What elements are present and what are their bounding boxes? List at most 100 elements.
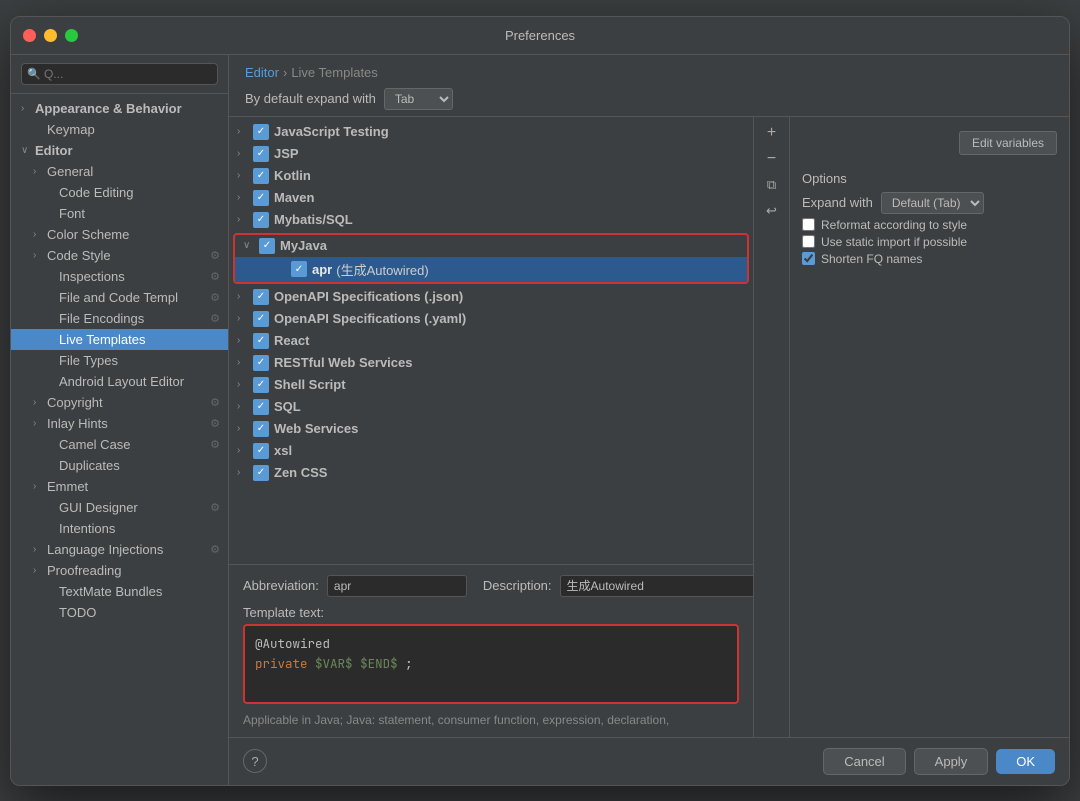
sidebar-item-duplicates[interactable]: Duplicates	[11, 455, 228, 476]
arrow-icon: ›	[237, 291, 253, 302]
abbreviation-input[interactable]	[327, 575, 467, 597]
tpl-group-maven[interactable]: › ✓ Maven	[229, 187, 753, 209]
checkbox-icon: ✓	[253, 168, 269, 184]
tpl-label: JavaScript Testing	[274, 124, 389, 139]
tpl-group-mybatis[interactable]: › ✓ Mybatis/SQL	[229, 209, 753, 231]
remove-button[interactable]: −	[760, 147, 784, 171]
copy-button[interactable]: ⧉	[760, 173, 784, 197]
expand-with-select[interactable]: Default (Tab) Tab Enter Space	[881, 192, 984, 214]
tpl-group-openapi-json[interactable]: › ✓ OpenAPI Specifications (.json)	[229, 286, 753, 308]
sidebar-item-general[interactable]: › General	[11, 161, 228, 182]
ok-button[interactable]: OK	[996, 749, 1055, 774]
sidebar-item-code-style[interactable]: › Code Style ⚙	[11, 245, 228, 266]
close-button[interactable]	[23, 29, 36, 42]
tpl-label: OpenAPI Specifications (.json)	[274, 289, 463, 304]
undo-button[interactable]: ↩	[760, 199, 784, 223]
arrow-icon: ›	[237, 467, 253, 478]
sidebar-item-inspections[interactable]: Inspections ⚙	[11, 266, 228, 287]
tpl-group-restful[interactable]: › ✓ RESTful Web Services	[229, 352, 753, 374]
tpl-group-kotlin[interactable]: › ✓ Kotlin	[229, 165, 753, 187]
applicable-text: Applicable in Java; Java: statement, con…	[243, 713, 669, 727]
cancel-button[interactable]: Cancel	[823, 748, 905, 775]
tpl-group-web-services[interactable]: › ✓ Web Services	[229, 418, 753, 440]
sidebar-item-label: Copyright	[47, 395, 103, 410]
sidebar-item-file-code-templ[interactable]: File and Code Templ ⚙	[11, 287, 228, 308]
arrow-icon: ›	[33, 250, 47, 261]
apply-button[interactable]: Apply	[914, 748, 989, 775]
tpl-group-openapi-yaml[interactable]: › ✓ OpenAPI Specifications (.yaml)	[229, 308, 753, 330]
tpl-group-js-testing[interactable]: › ✓ JavaScript Testing	[229, 121, 753, 143]
static-import-checkbox[interactable]	[802, 235, 815, 248]
reformat-checkbox[interactable]	[802, 218, 815, 231]
tpl-label: MyJava	[280, 238, 327, 253]
template-text-label-row: Template text:	[243, 605, 739, 620]
sidebar-item-appearance[interactable]: › Appearance & Behavior	[11, 98, 228, 119]
sidebar-item-label: File Types	[59, 353, 118, 368]
sidebar-item-language-injections[interactable]: › Language Injections ⚙	[11, 539, 228, 560]
tpl-label: Mybatis/SQL	[274, 212, 353, 227]
search-icon: 🔍	[27, 67, 41, 80]
arrow-icon: ›	[33, 565, 47, 576]
minimize-button[interactable]	[44, 29, 57, 42]
sidebar-item-font[interactable]: Font	[11, 203, 228, 224]
breadcrumb-sep: ›	[283, 65, 287, 80]
sidebar-item-file-encodings[interactable]: File Encodings ⚙	[11, 308, 228, 329]
tpl-group-react[interactable]: › ✓ React	[229, 330, 753, 352]
static-import-row: Use static import if possible	[802, 235, 1057, 249]
template-semi: ;	[405, 655, 413, 672]
sidebar-item-textmate[interactable]: TextMate Bundles	[11, 581, 228, 602]
sidebar-item-live-templates[interactable]: Live Templates	[11, 329, 228, 350]
sidebar-item-android-layout[interactable]: Android Layout Editor	[11, 371, 228, 392]
sidebar-item-intentions[interactable]: Intentions	[11, 518, 228, 539]
shorten-fq-checkbox[interactable]	[802, 252, 815, 265]
sidebar-item-emmet[interactable]: › Emmet	[11, 476, 228, 497]
tpl-label: Maven	[274, 190, 314, 205]
sidebar-item-label: Color Scheme	[47, 227, 129, 242]
reformat-row: Reformat according to style	[802, 218, 1057, 232]
arrow-icon: ›	[33, 544, 47, 555]
breadcrumb: Editor › Live Templates	[245, 65, 1053, 80]
tpl-group-zen-css[interactable]: › ✓ Zen CSS	[229, 462, 753, 484]
template-text-editor[interactable]: @Autowired private $VAR$ $END$ ;	[243, 624, 739, 704]
sidebar-item-code-editing[interactable]: Code Editing	[11, 182, 228, 203]
add-button[interactable]: +	[760, 121, 784, 145]
tpl-item-apr[interactable]: ✓ apr (生成Autowired)	[235, 257, 747, 282]
arrow-icon: ›	[237, 214, 253, 225]
tpl-group-xsl[interactable]: › ✓ xsl	[229, 440, 753, 462]
options-label: Options	[802, 171, 1057, 186]
arrow-icon: ›	[237, 148, 253, 159]
tpl-group-shell[interactable]: › ✓ Shell Script	[229, 374, 753, 396]
sidebar-item-keymap[interactable]: Keymap	[11, 119, 228, 140]
sidebar-item-editor[interactable]: ∨ Editor	[11, 140, 228, 161]
checkbox-icon: ✓	[253, 190, 269, 206]
description-group: Description:	[483, 575, 753, 597]
sidebar-item-proofreading[interactable]: › Proofreading	[11, 560, 228, 581]
sidebar-item-todo[interactable]: TODO	[11, 602, 228, 623]
sidebar-item-inlay-hints[interactable]: › Inlay Hints ⚙	[11, 413, 228, 434]
reformat-label: Reformat according to style	[821, 218, 967, 232]
checkbox-icon: ✓	[253, 311, 269, 327]
arrow-icon: ›	[237, 126, 253, 137]
help-button[interactable]: ?	[243, 749, 267, 773]
sidebar-item-label: Language Injections	[47, 542, 163, 557]
titlebar: Preferences	[11, 17, 1069, 55]
tpl-group-myjava[interactable]: ∨ ✓ MyJava	[235, 235, 747, 257]
description-input[interactable]	[560, 575, 753, 597]
tpl-group-sql[interactable]: › ✓ SQL	[229, 396, 753, 418]
arrow-icon: ›	[237, 313, 253, 324]
sidebar-item-copyright[interactable]: › Copyright ⚙	[11, 392, 228, 413]
edit-variables-button[interactable]: Edit variables	[959, 131, 1057, 155]
sidebar-item-gui-designer[interactable]: GUI Designer ⚙	[11, 497, 228, 518]
expand-select[interactable]: Tab Enter Space	[384, 88, 453, 110]
sidebar-tree: › Appearance & Behavior Keymap ∨ Editor …	[11, 94, 228, 785]
breadcrumb-editor[interactable]: Editor	[245, 65, 279, 80]
sidebar-item-camel-case[interactable]: Camel Case ⚙	[11, 434, 228, 455]
sidebar-item-color-scheme[interactable]: › Color Scheme	[11, 224, 228, 245]
maximize-button[interactable]	[65, 29, 78, 42]
tpl-group-jsp[interactable]: › ✓ JSP	[229, 143, 753, 165]
search-input[interactable]	[21, 63, 218, 85]
sidebar-item-file-types[interactable]: File Types	[11, 350, 228, 371]
arrow-icon: ›	[33, 418, 47, 429]
abbr-label: Abbreviation:	[243, 578, 319, 593]
arrow-icon: ›	[237, 445, 253, 456]
